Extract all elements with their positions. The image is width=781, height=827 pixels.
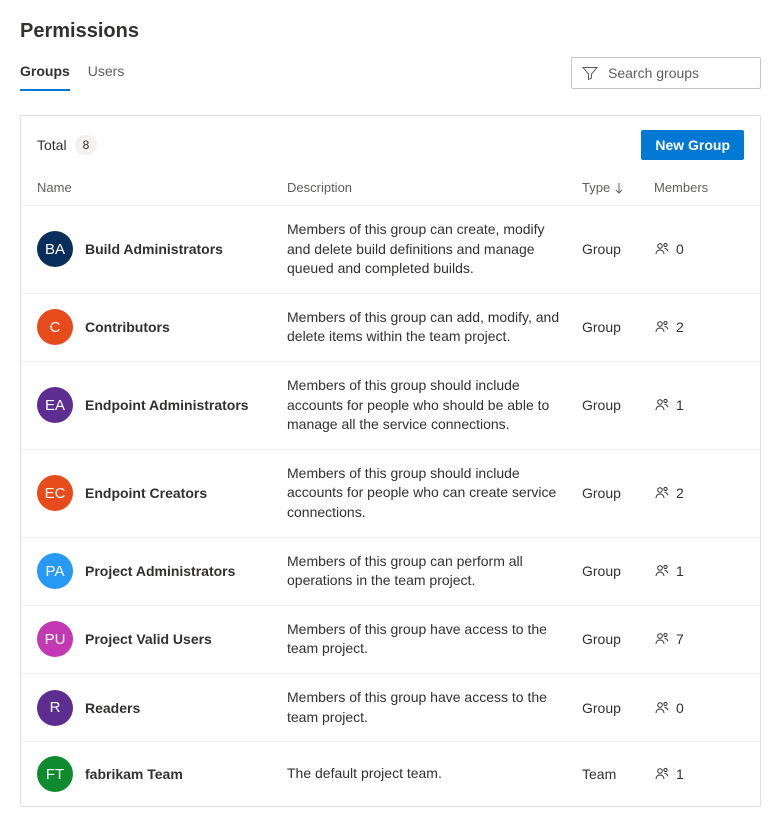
members-icon — [654, 700, 670, 716]
tab-bar: Groups Users — [20, 55, 124, 91]
group-type: Group — [582, 485, 654, 501]
group-description: Members of this group have access to the… — [287, 620, 582, 659]
group-name: Build Administrators — [85, 241, 223, 257]
header-members[interactable]: Members — [654, 180, 744, 195]
tab-groups[interactable]: Groups — [20, 55, 70, 91]
members-count: 1 — [676, 397, 684, 413]
groups-panel: Total 8 New Group Name Description Type … — [20, 115, 761, 807]
avatar: R — [37, 690, 73, 726]
header-type-label: Type — [582, 180, 610, 195]
table-row[interactable]: EC Endpoint Creators Members of this gro… — [21, 450, 760, 538]
members-icon — [654, 319, 670, 335]
table-row[interactable]: PU Project Valid Users Members of this g… — [21, 606, 760, 674]
avatar: PA — [37, 553, 73, 589]
members-count: 1 — [676, 766, 684, 782]
total-count: 8 — [75, 135, 98, 155]
members-count: 0 — [676, 241, 684, 257]
members-count: 0 — [676, 700, 684, 716]
group-type: Group — [582, 700, 654, 716]
group-type: Group — [582, 397, 654, 413]
group-description: Members of this group have access to the… — [287, 688, 582, 727]
table-row[interactable]: R Readers Members of this group have acc… — [21, 674, 760, 742]
members-icon — [654, 766, 670, 782]
group-type: Group — [582, 563, 654, 579]
group-type: Team — [582, 766, 654, 782]
group-description: Members of this group can perform all op… — [287, 552, 582, 591]
avatar: FT — [37, 756, 73, 792]
table-row[interactable]: C Contributors Members of this group can… — [21, 294, 760, 362]
header-name[interactable]: Name — [37, 180, 287, 195]
group-name: fabrikam Team — [85, 766, 183, 782]
total-label: Total — [37, 137, 67, 153]
members-icon — [654, 241, 670, 257]
members-count: 2 — [676, 485, 684, 501]
filter-icon — [582, 65, 598, 81]
tab-users[interactable]: Users — [88, 55, 125, 91]
group-description: Members of this group should include acc… — [287, 464, 582, 523]
avatar: EC — [37, 475, 73, 511]
search-input[interactable] — [606, 64, 750, 82]
members-icon — [654, 485, 670, 501]
group-name: Readers — [85, 700, 140, 716]
table-row[interactable]: EA Endpoint Administrators Members of th… — [21, 362, 760, 450]
avatar: BA — [37, 231, 73, 267]
group-description: The default project team. — [287, 764, 582, 784]
group-description: Members of this group can create, modify… — [287, 220, 582, 279]
new-group-button[interactable]: New Group — [641, 130, 744, 160]
search-box[interactable] — [571, 57, 761, 89]
page-title: Permissions — [20, 20, 761, 43]
group-name: Project Valid Users — [85, 631, 212, 647]
avatar: C — [37, 309, 73, 345]
members-count: 7 — [676, 631, 684, 647]
group-type: Group — [582, 241, 654, 257]
avatar: PU — [37, 621, 73, 657]
column-headers: Name Description Type Members — [21, 170, 760, 206]
group-type: Group — [582, 631, 654, 647]
group-name: Contributors — [85, 319, 170, 335]
group-type: Group — [582, 319, 654, 335]
group-description: Members of this group should include acc… — [287, 376, 582, 435]
members-icon — [654, 397, 670, 413]
group-description: Members of this group can add, modify, a… — [287, 308, 582, 347]
header-description[interactable]: Description — [287, 180, 582, 195]
sort-down-icon — [614, 182, 624, 194]
group-name: Project Administrators — [85, 563, 235, 579]
group-name: Endpoint Creators — [85, 485, 207, 501]
table-row[interactable]: PA Project Administrators Members of thi… — [21, 538, 760, 606]
members-icon — [654, 563, 670, 579]
members-icon — [654, 631, 670, 647]
table-row[interactable]: FT fabrikam Team The default project tea… — [21, 742, 760, 806]
table-row[interactable]: BA Build Administrators Members of this … — [21, 206, 760, 294]
header-type[interactable]: Type — [582, 180, 654, 195]
avatar: EA — [37, 387, 73, 423]
group-name: Endpoint Administrators — [85, 397, 249, 413]
members-count: 2 — [676, 319, 684, 335]
members-count: 1 — [676, 563, 684, 579]
